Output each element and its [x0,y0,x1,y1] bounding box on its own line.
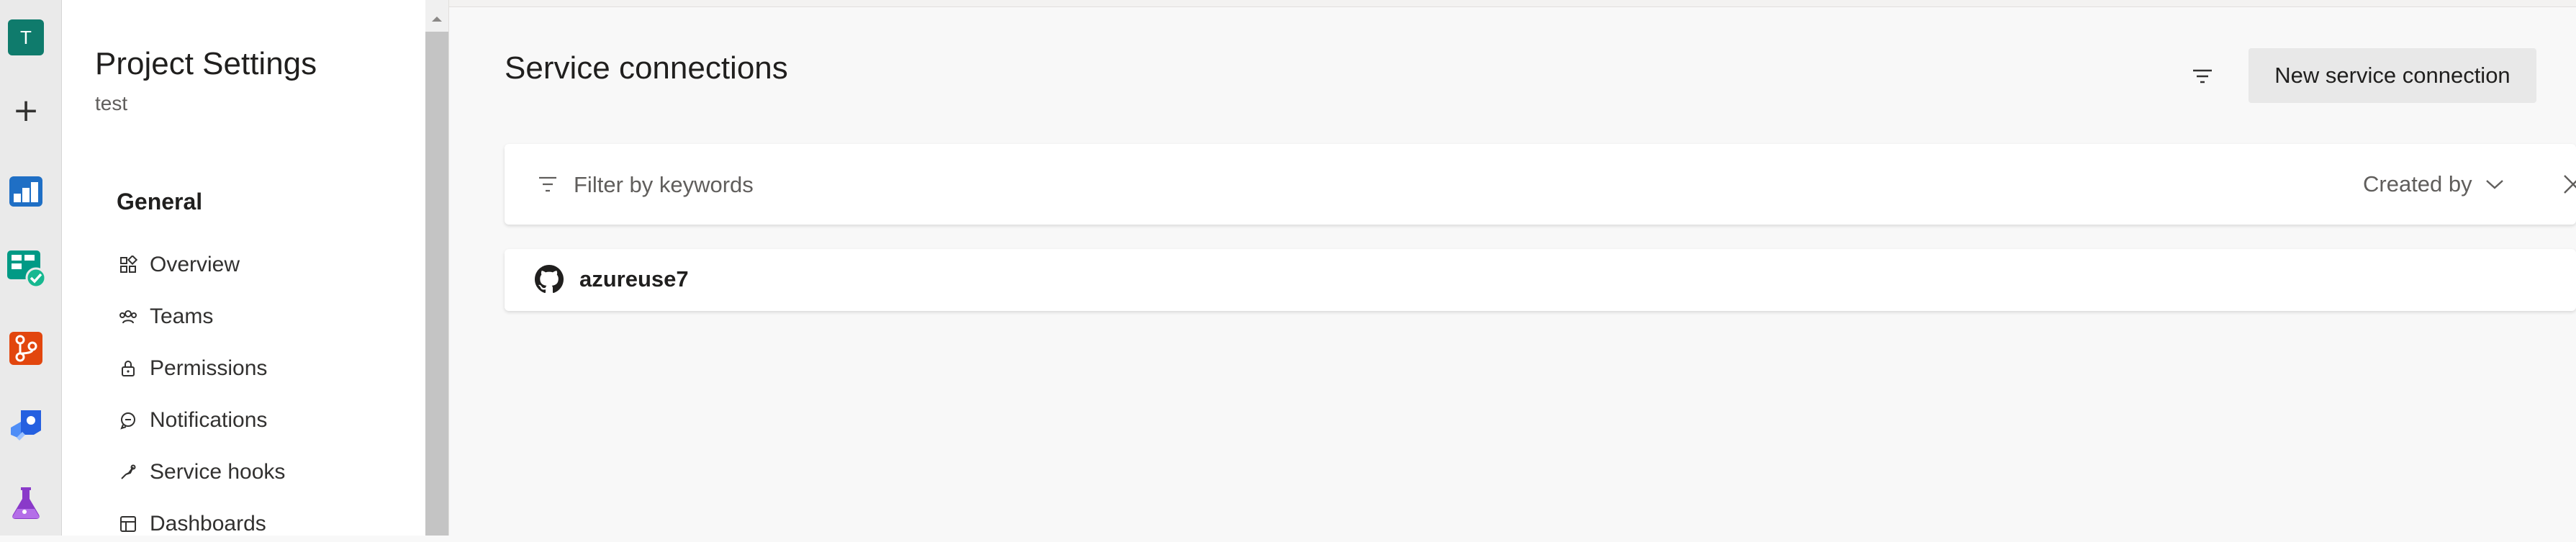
pipelines-icon [11,410,41,441]
nav-item-label: Notifications [150,408,268,432]
chevron-down-icon [2485,180,2503,189]
nav-item-label: Service hooks [150,460,286,484]
overview-icon [117,253,140,276]
nav-item-dashboards[interactable]: Dashboards [117,506,266,542]
azure-devops-overview-icon [9,176,42,207]
created-by-label: Created by [2363,171,2472,197]
plus-icon: + [12,92,40,129]
nav-section-general: General [117,189,203,214]
scroll-up-arrow-icon[interactable] [425,7,448,30]
nav-scrollbar[interactable] [425,0,449,536]
filter-icon [2193,69,2212,83]
page-title: Service connections [505,50,788,86]
service-hooks-icon [117,461,140,484]
nav-item-label: Permissions [150,356,268,380]
close-icon[interactable] [2559,168,2576,200]
filter-bar: Created by [505,144,2576,225]
new-service-connection-button[interactable]: New service connection [2249,48,2536,103]
settings-title: Project Settings [95,46,317,81]
project-avatar-button[interactable]: T [5,17,47,58]
nav-item-label: Dashboards [150,512,266,536]
boards-icon [7,250,46,289]
filter-toggle-button[interactable] [2184,58,2221,95]
project-avatar: T [8,19,44,55]
dashboards-icon [117,512,140,536]
created-by-dropdown[interactable]: Created by [2363,164,2504,204]
nav-item-overview[interactable]: Overview [117,247,240,283]
rail-item-boards[interactable] [5,248,47,290]
github-icon [535,265,564,294]
teams-icon [117,305,140,328]
main-content: Service connections New service connecti… [449,7,2576,536]
rail-item-repos[interactable] [5,328,47,369]
scrollbar-thumb[interactable] [425,32,448,536]
product-rail: T + [0,0,62,536]
nav-item-permissions[interactable]: Permissions [117,351,267,387]
rail-item-test-plans[interactable] [5,482,47,524]
lock-icon [117,357,140,380]
test-plans-icon [12,487,40,519]
add-button[interactable]: + [5,90,47,132]
rail-item-overview[interactable] [5,171,47,212]
nav-item-label: Overview [150,253,240,276]
nav-item-notifications[interactable]: Notifications [117,402,267,438]
service-connection-row[interactable]: azureuse7 [505,249,2576,311]
project-name: test [95,92,128,114]
nav-item-label: Teams [150,304,214,328]
service-connection-name: azureuse7 [579,266,689,292]
keyword-filter-input[interactable] [572,164,1655,206]
settings-nav: Project Settings test General Overview T… [62,0,425,536]
repos-icon [9,332,42,365]
nav-item-service-hooks[interactable]: Service hooks [117,454,285,490]
notifications-icon [117,409,140,432]
filter-icon [539,176,556,192]
rail-item-pipelines[interactable] [5,405,47,446]
nav-item-teams[interactable]: Teams [117,299,213,335]
